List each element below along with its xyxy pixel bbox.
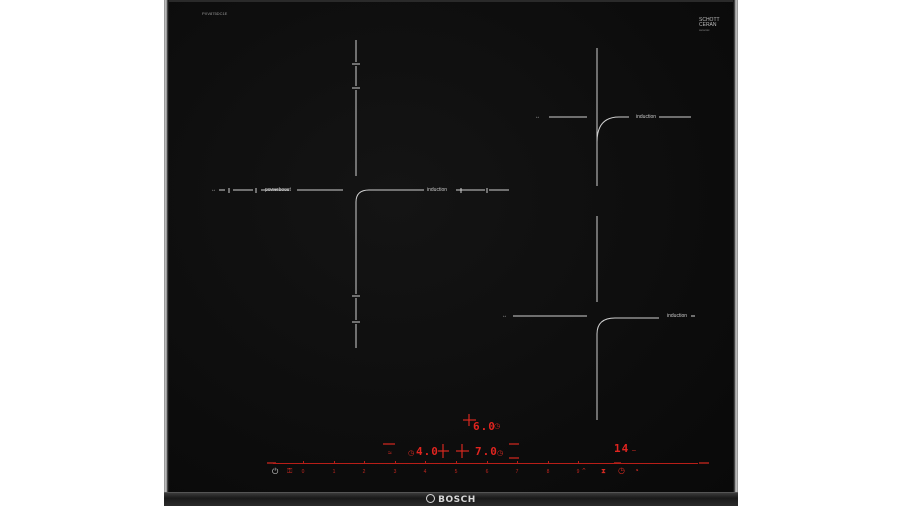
slider-level-2[interactable]: 2 <box>359 469 369 475</box>
control-panel-markings <box>267 414 709 464</box>
slider-tick <box>487 461 488 464</box>
slider-level-3[interactable]: 3 <box>390 469 400 475</box>
center-zone-readout: 7.0 <box>475 445 498 458</box>
bottom-frame: BOSCH <box>164 492 738 506</box>
wipe-protect-icon[interactable]: ⌃ <box>581 468 587 475</box>
clock-small-icon: ◷ <box>408 450 415 457</box>
slider-tick <box>548 461 549 464</box>
slider-level-0[interactable]: 0 <box>298 469 308 475</box>
child-lock-icon[interactable]: ⚿ <box>287 468 292 475</box>
slider-tick <box>517 461 518 464</box>
bosch-mark-icon <box>426 494 436 503</box>
clock-small-icon-2: ◷ <box>497 450 504 457</box>
slider-tick <box>364 461 365 464</box>
slider-tick <box>578 461 579 464</box>
clock-icon[interactable]: ◷ <box>618 467 625 475</box>
cooktop: PXV875DC1E SCHOTT CERAN ceramic ↔ powerb… <box>164 0 738 506</box>
brand-logo: BOSCH <box>164 494 738 505</box>
power-icon[interactable]: ⏻ <box>272 468 278 476</box>
glass-surface: PXV875DC1E SCHOTT CERAN ceramic ↔ powerb… <box>169 0 733 492</box>
power-level-slider[interactable] <box>273 463 698 464</box>
slider-level-6[interactable]: 6 <box>482 469 492 475</box>
slider-level-8[interactable]: 8 <box>543 469 553 475</box>
left-zone-readout: 4.0 <box>416 445 439 458</box>
slider-tick <box>334 461 335 464</box>
timer-readout: 14 <box>614 442 630 455</box>
stopwatch-icon[interactable]: ◔ <box>634 467 639 475</box>
timer-small-icon: ◷ <box>494 423 501 430</box>
slider-tick <box>395 461 396 464</box>
brand-name: BOSCH <box>438 495 476 505</box>
top-zone-readout: 6.0 <box>473 420 496 433</box>
slider-level-4[interactable]: 4 <box>420 469 430 475</box>
slider-level-5[interactable]: 5 <box>451 469 461 475</box>
slider-tick <box>425 461 426 464</box>
slider-level-7[interactable]: 7 <box>512 469 522 475</box>
timer-dash-icon: – <box>632 447 636 454</box>
slider-tick <box>456 461 457 464</box>
slider-tick <box>303 461 304 464</box>
keep-warm-icon: ≈ <box>388 450 392 457</box>
slider-level-1[interactable]: 1 <box>329 469 339 475</box>
timer-icon[interactable]: ⧗ <box>601 468 606 475</box>
